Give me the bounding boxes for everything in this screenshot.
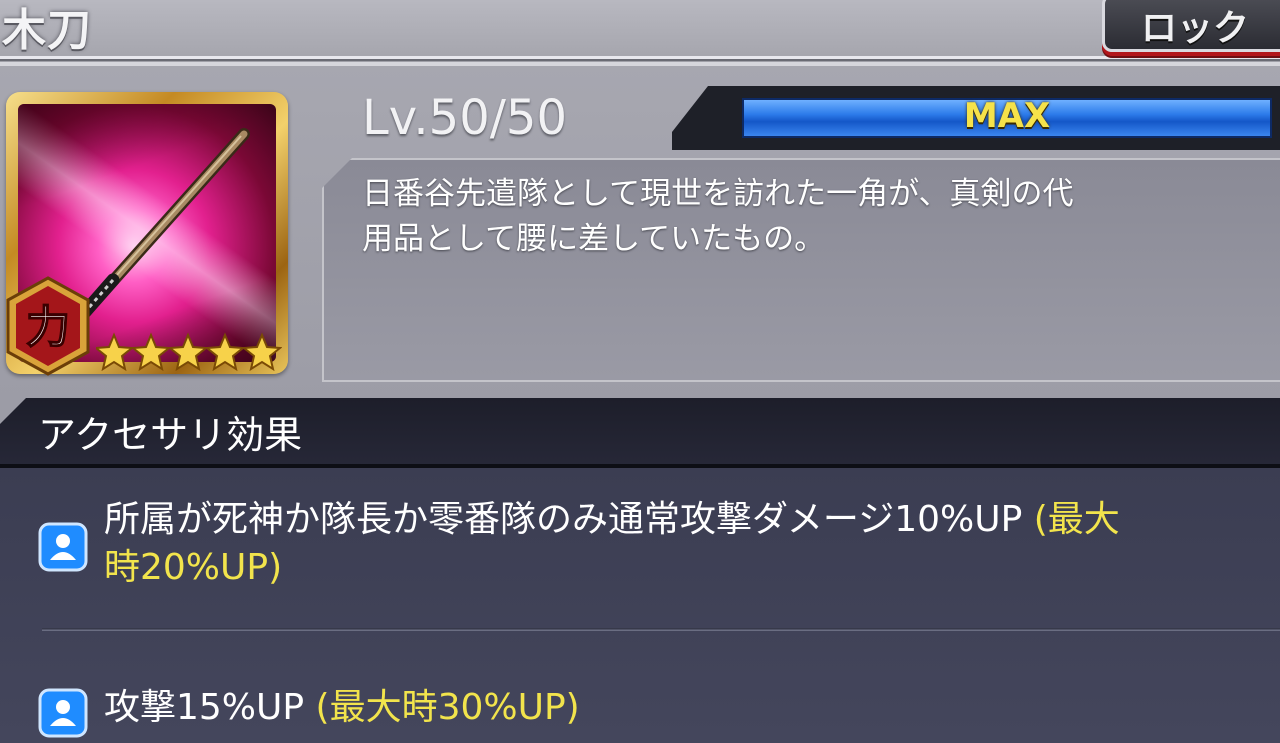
attribute-badge: 力 bbox=[6, 276, 90, 376]
effect-1: 所属が死神か隊長か零番隊のみ通常攻撃ダメージ10%UP (最大 時20%UP) bbox=[104, 499, 1120, 588]
accessory-detail-screen: 木刀 ロック 力 Lv.50/50 MAX 日番谷先遣隊として現世を訪れた一角が… bbox=[0, 0, 1280, 743]
star-icon bbox=[96, 332, 135, 372]
person-icon bbox=[38, 688, 88, 738]
star-icon bbox=[167, 332, 209, 372]
item-description: 日番谷先遣隊として現世を訪れた一角が、真剣の代 用品として腰に差していたもの。 bbox=[362, 176, 1074, 257]
rarity-stars bbox=[96, 332, 282, 372]
level-text: Lv.50/50 bbox=[362, 90, 568, 146]
person-icon bbox=[38, 522, 88, 572]
effect-2: 攻撃15%UP (最大時30%UP) bbox=[104, 687, 580, 728]
lock-button-label: ロック bbox=[1141, 8, 1250, 49]
effects-title: アクセサリ効果 bbox=[38, 413, 303, 457]
effects-divider bbox=[42, 628, 1280, 631]
title-bar bbox=[0, 0, 1280, 56]
badge-label: 力 bbox=[26, 302, 70, 353]
star-icon bbox=[204, 332, 246, 372]
page-title: 木刀 bbox=[2, 5, 92, 56]
star-icon bbox=[241, 332, 282, 372]
star-icon bbox=[130, 332, 172, 372]
lock-button[interactable]: ロック bbox=[1102, 0, 1280, 52]
level-max-label: MAX bbox=[963, 96, 1051, 136]
title-divider bbox=[0, 56, 1280, 66]
